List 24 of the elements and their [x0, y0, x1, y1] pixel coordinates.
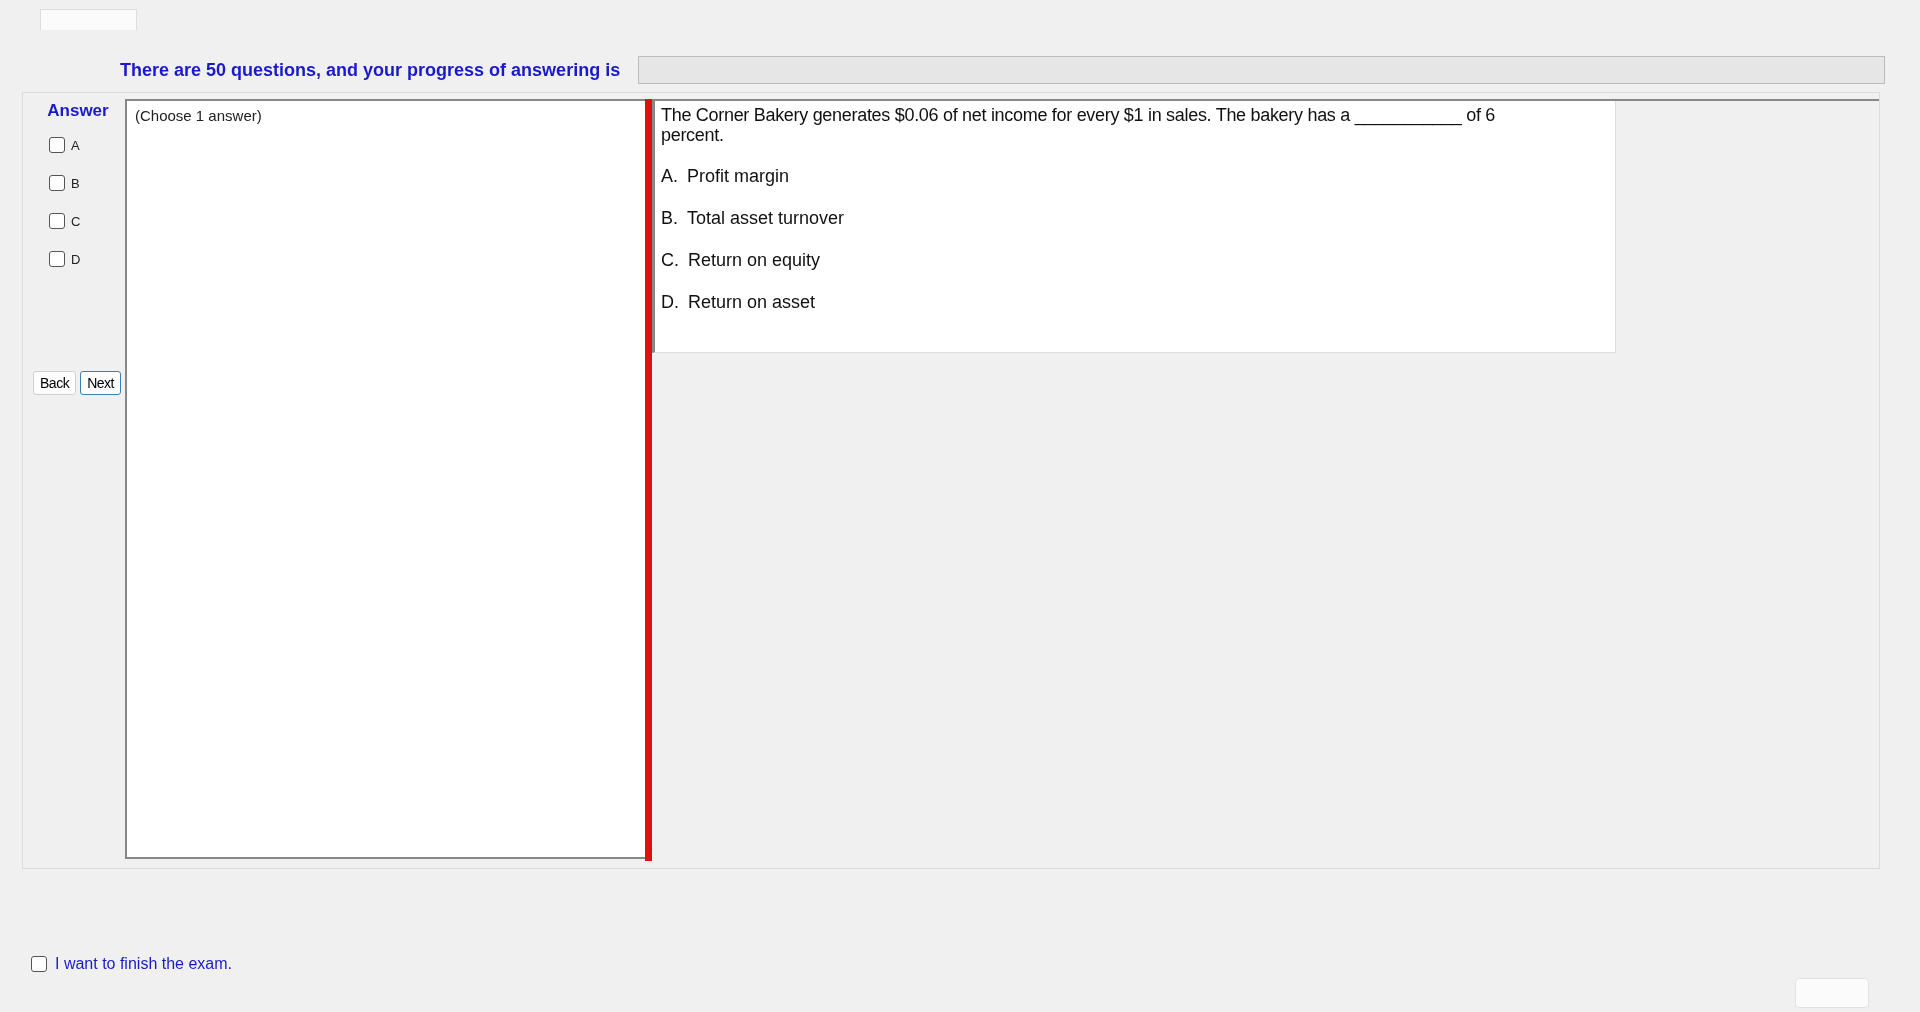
option-label: C — [71, 213, 81, 229]
choice-letter: C. — [661, 250, 679, 271]
choice-letter: B. — [661, 208, 678, 229]
choice-text: Total asset turnover — [687, 208, 845, 229]
next-button[interactable]: Next — [80, 371, 121, 395]
checkbox[interactable] — [31, 956, 47, 972]
checkbox[interactable] — [49, 137, 65, 153]
question-text: The Corner Bakery generates $0.06 of net income for every $1 in sales. The bakery has a ___________ of 6 percent. — [661, 105, 1496, 145]
finish-label: I want to finish the exam. — [55, 955, 232, 973]
back-button[interactable]: Back — [33, 371, 77, 395]
choice-text: Return on asset — [688, 292, 816, 313]
checkbox[interactable] — [49, 175, 65, 191]
option-label: D — [71, 251, 81, 267]
progress-label: There are 50 questions, and your progress of answering is — [120, 59, 621, 81]
choice-letter: A. — [661, 166, 678, 187]
answer-title: Answer — [47, 101, 109, 121]
checkbox[interactable] — [49, 213, 65, 229]
choice-text: Profit margin — [687, 166, 790, 187]
choice-letter: D. — [661, 292, 679, 313]
option-label: A — [71, 137, 80, 153]
answer-hint: (Choose 1 answer) — [135, 107, 262, 124]
checkbox[interactable] — [49, 251, 65, 267]
option-label: B — [71, 175, 80, 191]
choice-text: Return on equity — [688, 250, 821, 271]
